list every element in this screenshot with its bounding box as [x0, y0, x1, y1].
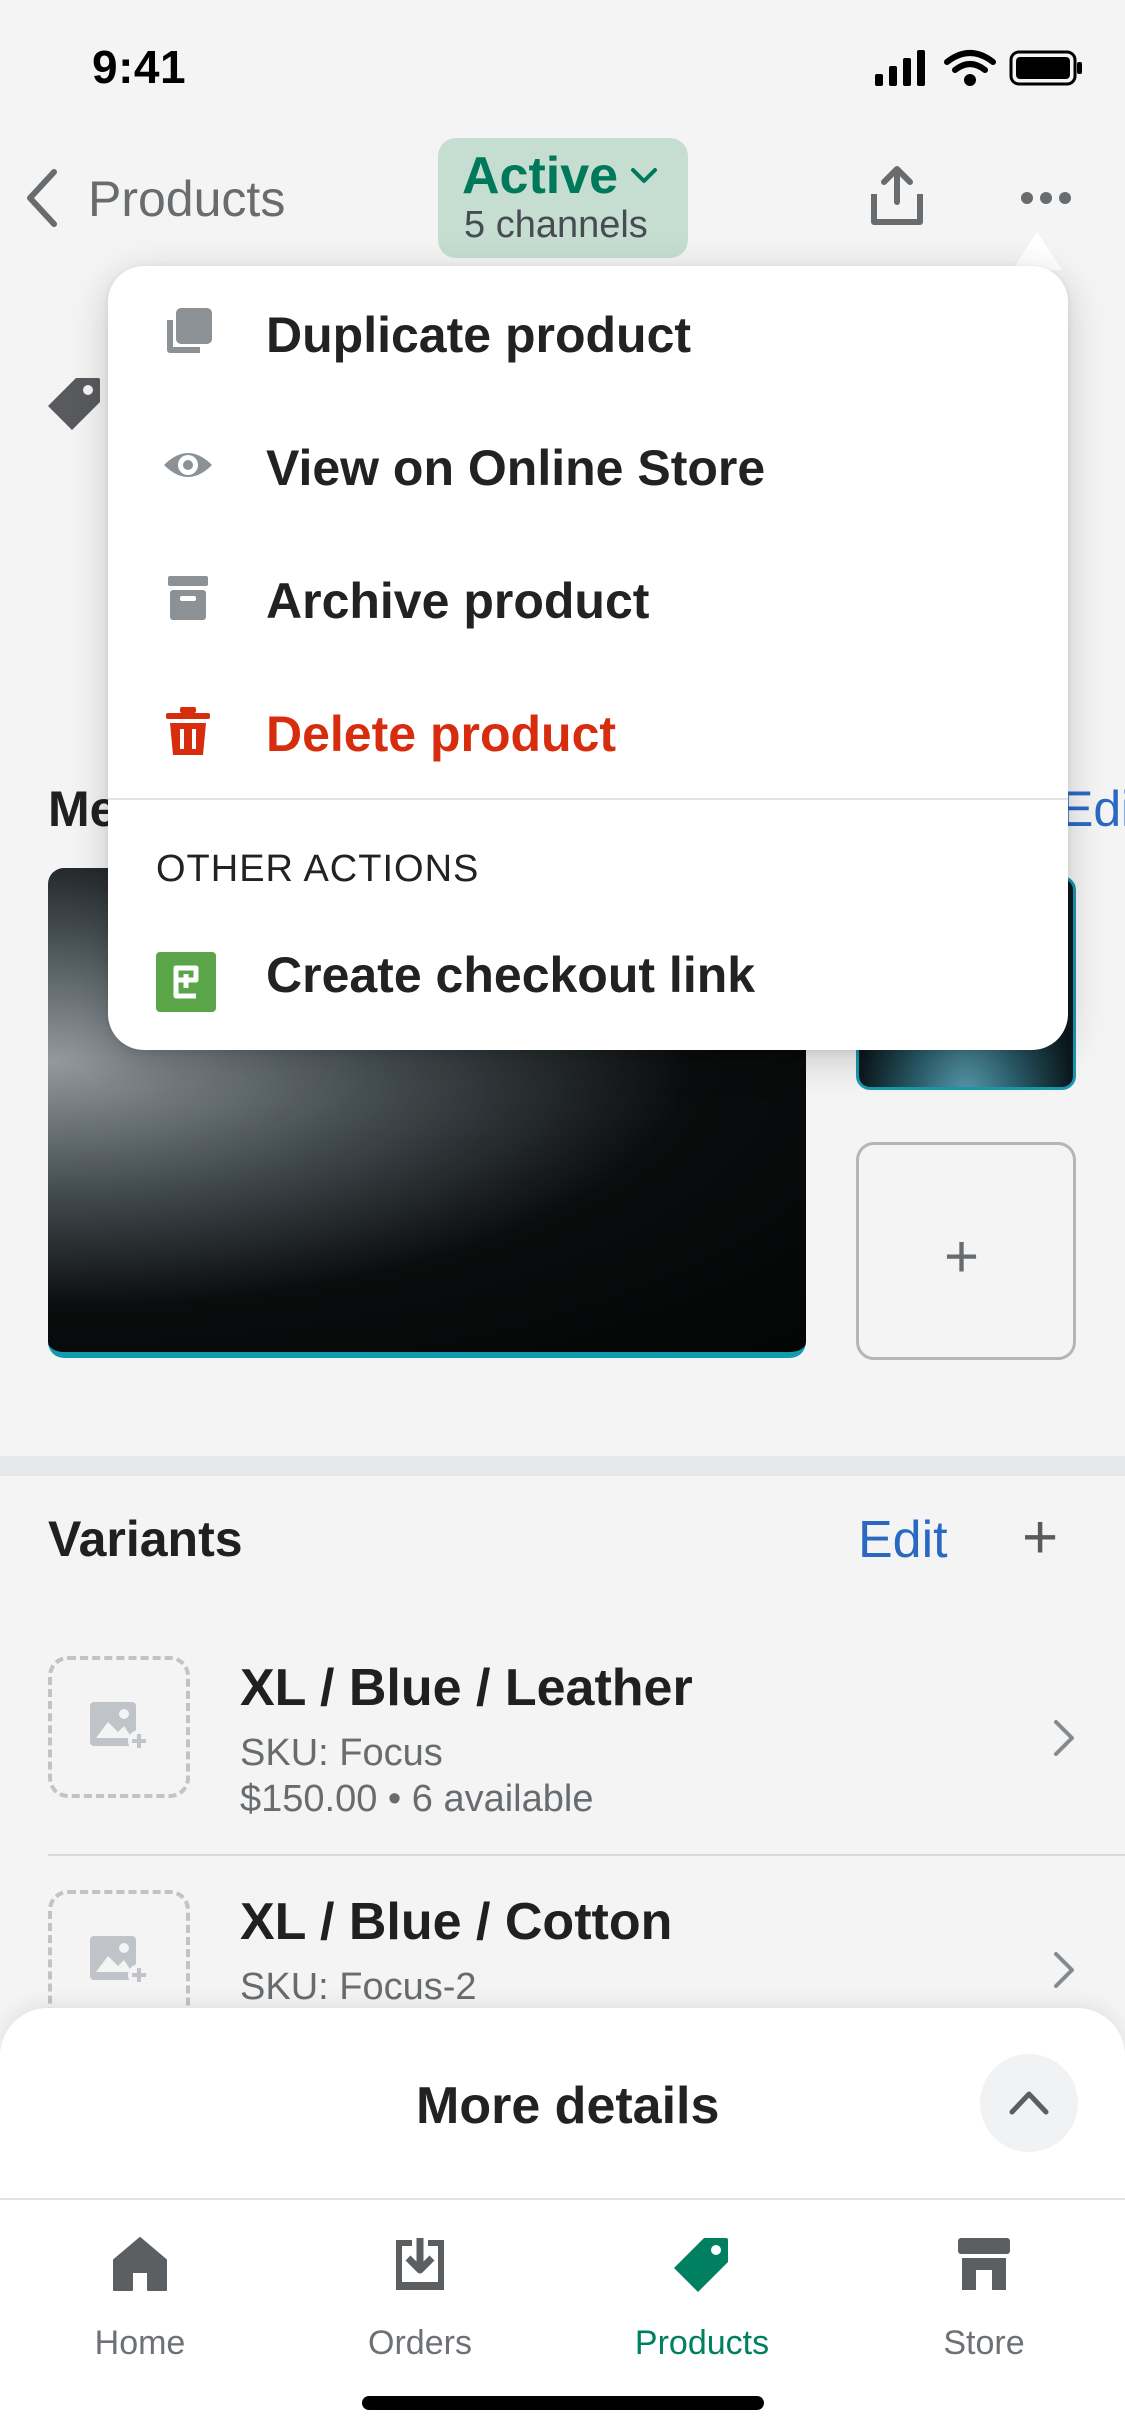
other-actions-heading: OTHER ACTIONS: [156, 848, 480, 890]
duplicate-icon: [167, 308, 212, 353]
menu-item-label: Archive product: [266, 573, 650, 629]
tab-products[interactable]: Products: [602, 2226, 802, 2366]
menu-divider: [108, 798, 1068, 800]
checkout-link-app-icon: [156, 952, 216, 1012]
menu-item-duplicate-product[interactable]: Duplicate product: [108, 266, 1068, 398]
tab-home[interactable]: Home: [40, 2226, 240, 2366]
menu-item-view-on-online-store[interactable]: View on Online Store: [108, 399, 1068, 531]
tab-label: Store: [943, 2324, 1025, 2362]
menu-item-label: Duplicate product: [266, 307, 692, 363]
menu-item-label: Create checkout link: [266, 947, 756, 1003]
tab-label: Products: [634, 2324, 770, 2362]
menu-item-archive-product[interactable]: Archive product: [108, 532, 1068, 664]
menu-item-delete-product[interactable]: Delete product: [108, 665, 1068, 797]
archive-icon: [168, 576, 208, 620]
store-icon: [958, 2238, 1010, 2290]
menu-item-create-checkout-link[interactable]: Create checkout link: [108, 906, 1068, 1038]
products-tag-icon: [674, 2238, 728, 2292]
tab-store[interactable]: Store: [884, 2226, 1084, 2366]
more-details-title: More details: [416, 2077, 720, 2135]
trash-icon: [166, 707, 210, 755]
more-actions-menu: Duplicate product View on Online Store A…: [108, 266, 1068, 1050]
tab-label: Orders: [368, 2324, 472, 2362]
tab-orders[interactable]: Orders: [320, 2226, 520, 2366]
eye-icon: [164, 453, 212, 477]
home-icon: [113, 2237, 167, 2291]
home-indicator: [362, 2396, 764, 2410]
expand-sheet-button[interactable]: [980, 2054, 1078, 2152]
menu-caret: [1012, 232, 1062, 270]
tab-label: Home: [94, 2324, 186, 2362]
orders-icon: [396, 2238, 444, 2290]
menu-item-label: Delete product: [266, 706, 617, 762]
chevron-up-icon: [1009, 2091, 1049, 2115]
menu-item-label: View on Online Store: [266, 440, 766, 496]
